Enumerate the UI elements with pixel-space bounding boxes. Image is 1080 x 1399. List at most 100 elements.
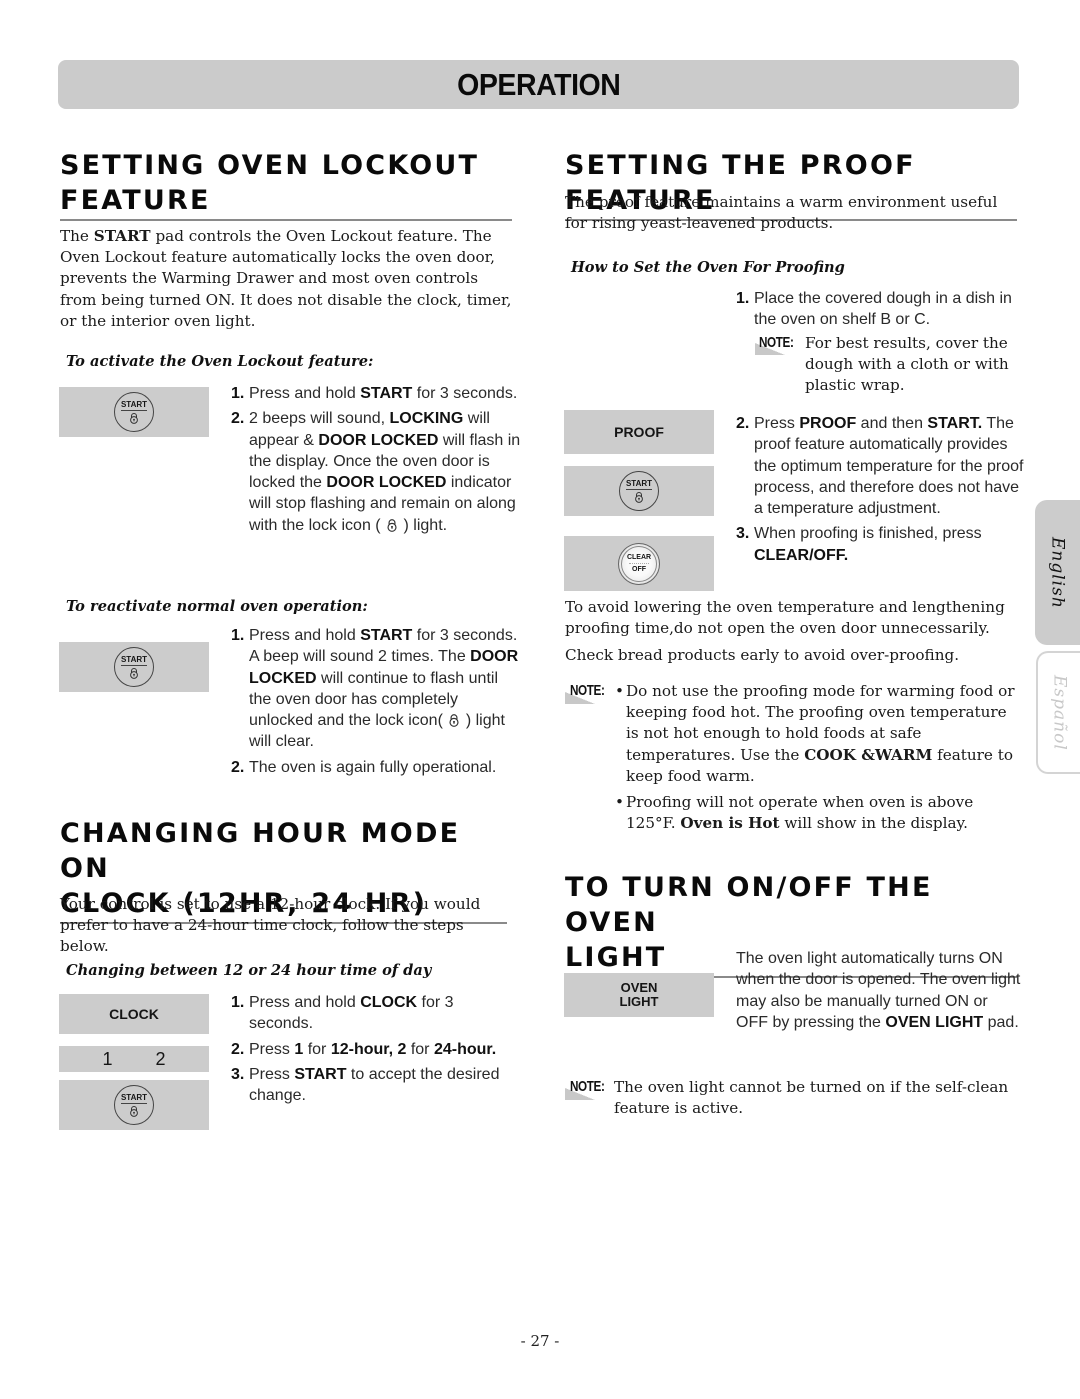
step-item: 1. Press and hold CLOCK for 3 seconds. — [231, 992, 521, 1035]
step-number: 2. — [231, 1040, 245, 1058]
text: Press — [249, 1040, 295, 1058]
text: Press and hold — [249, 385, 361, 402]
note-item: • Do not use the proofing mode for warmi… — [615, 681, 1020, 787]
clear-label: CLEAR — [626, 554, 652, 561]
oven-light-heading-line1: TO TURN ON/OFF THE OVEN — [565, 872, 933, 938]
step-number: 2. — [231, 758, 245, 776]
step-text: 2 beeps will sound, LOCKING will appear … — [249, 408, 521, 536]
text: ) light. — [403, 516, 448, 534]
start-label: START — [625, 479, 653, 490]
step-text: When proofing is finished, press CLEAR/O… — [754, 523, 982, 566]
note-text: For best results, cover the dough with a… — [805, 334, 1009, 395]
text: 2 beeps will sound, — [249, 410, 390, 428]
key-2[interactable]: 2 — [155, 1049, 165, 1070]
start-pad[interactable]: START — [564, 466, 714, 516]
text: The — [60, 227, 94, 245]
lockout-heading-line2: FEATURE — [60, 185, 211, 216]
bold-text: START — [294, 1065, 347, 1083]
step-number: 2. — [736, 415, 750, 432]
start-button-graphic: START — [114, 647, 154, 687]
bold-text: COOK &WARM — [804, 745, 933, 764]
proof-notes: NOTE: • Do not use the proofing mode for… — [565, 681, 1020, 834]
start-label: START — [120, 655, 148, 666]
activate-steps: 1. Press and hold START for 3 seconds. 2… — [231, 383, 521, 540]
bold-text: START. — [927, 415, 983, 432]
note-text: Proofing will not operate when oven is a… — [626, 792, 1020, 834]
start-label: START — [120, 400, 148, 411]
step-text: Press and hold CLOCK for 3 seconds. — [249, 992, 521, 1035]
bold-text: PROOF — [799, 415, 857, 432]
bullet: • — [615, 682, 624, 700]
start-pad[interactable]: START — [59, 387, 209, 437]
proof-pad[interactable]: PROOF — [564, 410, 714, 454]
hour-mode-heading-line1: CHANGING HOUR MODE ON — [60, 818, 461, 884]
step-item: 2. Press 1 for 12-hour, 2 for 24-hour. — [231, 1039, 521, 1060]
bold-text: CLOCK — [360, 994, 418, 1011]
note-text: The oven light cannot be turned on if th… — [614, 1078, 1009, 1118]
bold-text: 12-hour, 2 — [330, 1040, 407, 1058]
text: will show in the display. — [779, 814, 968, 833]
clear-off-button-graphic: CLEAR OFF — [618, 542, 660, 585]
note-list: • Do not use the proofing mode for warmi… — [615, 681, 1020, 834]
start-pad[interactable]: START — [59, 642, 209, 692]
step-number: 3. — [736, 525, 750, 543]
text: Press — [249, 1065, 295, 1083]
oven-light-text: The oven light automatically turns ON wh… — [736, 948, 1021, 1033]
start-button-graphic: START — [619, 471, 659, 511]
text: for 3 seconds. — [412, 385, 518, 402]
text: for — [406, 1040, 434, 1058]
pad-label-line2: LIGHT — [619, 994, 659, 1009]
bold-text: START — [360, 385, 413, 402]
proof-step-1: 1. Place the covered dough in a dish in … — [736, 288, 1021, 335]
step-item: 1. Press and hold START for 3 seconds. — [231, 383, 521, 404]
oven-light-note: NOTE: The oven light cannot be turned on… — [565, 1077, 1020, 1119]
bold-text: START — [360, 627, 413, 644]
lockout-heading: SETTING OVEN LOCKOUT FEATURE — [60, 148, 512, 221]
step-item: 2. The oven is again fully operational. — [231, 757, 521, 778]
step-text: Press PROOF and then START. The proof fe… — [754, 413, 1026, 519]
bold-text: DOOR LOCKED — [326, 474, 447, 492]
bold-text: DOOR LOCKED — [318, 431, 439, 449]
step-text: Press START to accept the desired change… — [249, 1064, 521, 1107]
number-pad: 1 2 — [59, 1046, 209, 1072]
banner-title: OPERATION — [456, 66, 621, 102]
text: Press and hold — [249, 994, 361, 1011]
text: pad. — [983, 1013, 1019, 1031]
tab-english[interactable]: English — [1035, 500, 1080, 645]
hour-mode-steps: 1. Press and hold CLOCK for 3 seconds. 2… — [231, 992, 521, 1110]
text: for — [303, 1040, 331, 1058]
bold-text: LOCKING — [389, 410, 464, 428]
step-text: Press and hold START for 3 seconds. — [249, 383, 517, 404]
bold-text: 1 — [294, 1040, 304, 1058]
hour-mode-intro: Your control is set to use a 12-hour clo… — [60, 895, 481, 956]
step-text: Press and hold START for 3 seconds. A be… — [249, 625, 521, 753]
step-item: 3. When proofing is finished, press CLEA… — [736, 523, 1026, 566]
lock-icon — [128, 412, 140, 424]
step-text: Place the covered dough in a dish in the… — [754, 290, 1012, 329]
key-1[interactable]: 1 — [102, 1049, 112, 1070]
start-button-graphic: START — [114, 1085, 154, 1125]
section-banner: OPERATION — [58, 60, 1019, 109]
text: and then — [856, 415, 928, 432]
clear-off-pad[interactable]: CLEAR OFF — [564, 536, 714, 591]
note-label: NOTE: — [759, 334, 794, 351]
pad-label-line1: OVEN — [620, 980, 658, 995]
start-pad[interactable]: START — [59, 1080, 209, 1130]
lockout-intro: The START pad controls the Oven Lockout … — [60, 226, 512, 332]
text: Press and hold — [249, 627, 361, 644]
lockout-heading-line1: SETTING OVEN LOCKOUT — [60, 150, 480, 181]
bold-text: CLEAR/OFF. — [754, 546, 849, 564]
oven-light-pad[interactable]: OVEN LIGHT — [564, 973, 714, 1017]
clock-pad[interactable]: CLOCK — [59, 994, 209, 1034]
bold-text: Oven is Hot — [680, 814, 780, 833]
proof-step1-note: NOTE: For best results, cover the dough … — [755, 333, 1020, 397]
step-item: 2. Press PROOF and then START. The proof… — [736, 413, 1026, 519]
start-label: START — [120, 1093, 148, 1104]
step-item: 2. 2 beeps will sound, LOCKING will appe… — [231, 408, 521, 536]
reactivate-subheading: To reactivate normal oven operation: — [66, 598, 368, 615]
bold-text: 24-hour. — [433, 1040, 497, 1058]
text: When proofing is finished, press — [754, 525, 982, 543]
divider — [629, 563, 649, 564]
step-number: 3. — [231, 1065, 245, 1083]
tab-espanol[interactable]: Español — [1036, 651, 1080, 774]
